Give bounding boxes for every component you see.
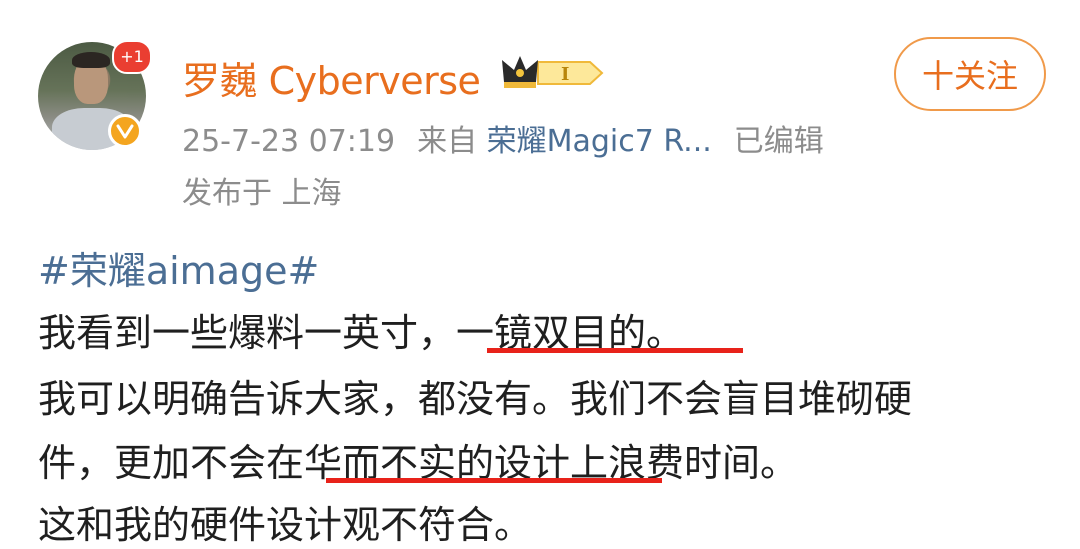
device-source-link[interactable]: 荣耀Magic7 R... xyxy=(487,124,712,159)
verified-v-icon xyxy=(108,114,142,148)
post-location: 发布于 上海 xyxy=(182,176,342,211)
svg-text:I: I xyxy=(561,64,569,85)
source-prefix: 来自 xyxy=(417,124,478,159)
username[interactable]: 罗巍 Cyberverse xyxy=(182,50,481,105)
follow-button[interactable]: 十关注 xyxy=(894,37,1046,111)
topic-hashtag-link[interactable]: #荣耀aimage# xyxy=(38,240,319,295)
timestamp: 25-7-23 07:19 xyxy=(182,124,396,159)
post-meta: 25-7-23 07:19 来自 荣耀Magic7 R... 已编辑 xyxy=(182,116,824,160)
highlight-underline xyxy=(487,348,743,353)
crown-member-icon[interactable]: I xyxy=(498,52,608,94)
edited-label[interactable]: 已编辑 xyxy=(734,124,824,159)
post-text-line: 这和我的硬件设计观不符合。 xyxy=(38,503,533,547)
notification-badge: +1 xyxy=(112,40,152,74)
highlight-underline xyxy=(326,478,662,483)
post-text-line: 我可以明确告诉大家，都没有。我们不会盲目堆砌硬 xyxy=(38,377,913,421)
